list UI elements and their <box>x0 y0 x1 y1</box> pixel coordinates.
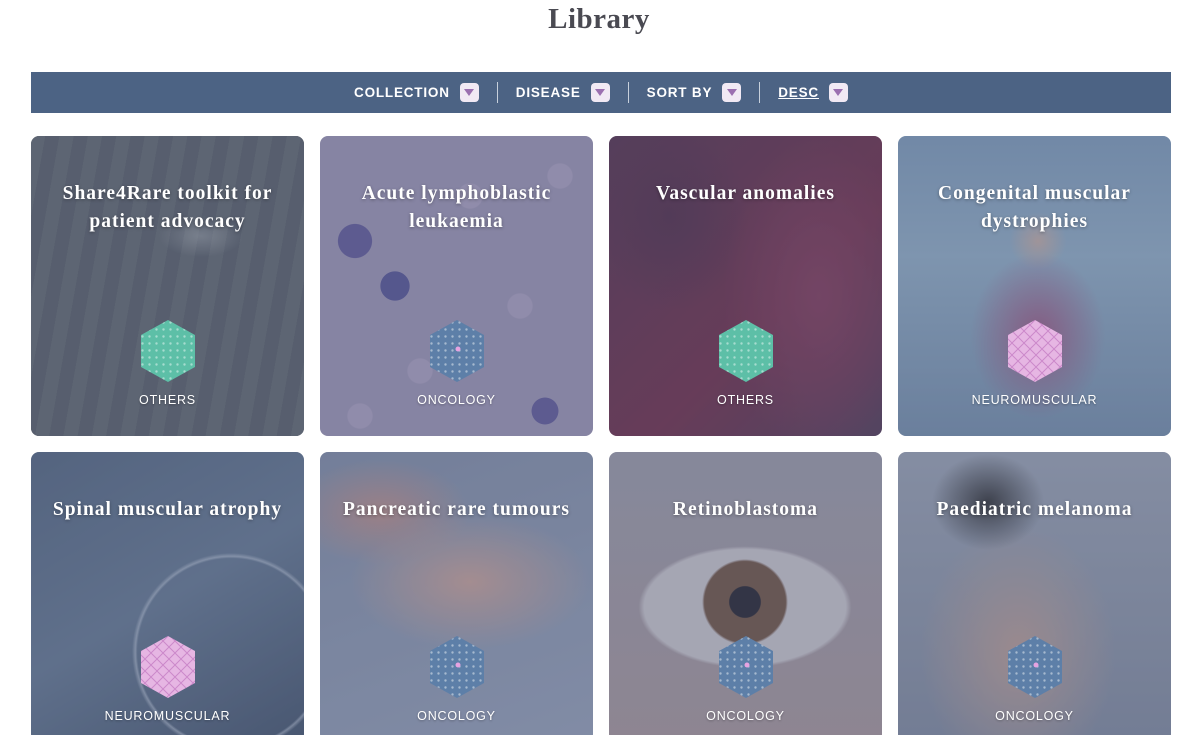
card-category: ONCOLOGY <box>417 393 496 407</box>
collection-filter[interactable]: COLLECTION <box>336 82 497 103</box>
card-category: ONCOLOGY <box>417 709 496 723</box>
neuromuscular-hexagon-icon <box>141 636 195 698</box>
library-card[interactable]: Acute lymphoblastic leukaemia ONCOLOGY <box>320 136 593 436</box>
library-card[interactable]: Vascular anomalies OTHERS <box>609 136 882 436</box>
library-card[interactable]: Spinal muscular atrophy NEUROMUSCULAR <box>31 452 304 735</box>
others-hexagon-icon <box>141 320 195 382</box>
library-card[interactable]: Paediatric melanoma ONCOLOGY <box>898 452 1171 735</box>
library-card[interactable]: Retinoblastoma ONCOLOGY <box>609 452 882 735</box>
chevron-down-icon[interactable] <box>459 83 479 102</box>
filter-bar: COLLECTION DISEASE SORT BY DESC <box>31 72 1171 113</box>
collection-filter-label: COLLECTION <box>354 85 450 100</box>
oncology-hexagon-icon <box>430 636 484 698</box>
sort-by-filter-label: SORT BY <box>646 85 713 100</box>
chevron-down-icon[interactable] <box>590 83 610 102</box>
card-category: NEUROMUSCULAR <box>104 709 231 723</box>
order-filter[interactable]: DESC <box>759 82 866 103</box>
card-category: OTHERS <box>717 393 774 407</box>
card-title: Paediatric melanoma <box>936 499 1133 520</box>
card-title: Acute lymphoblastic leukaemia <box>361 183 552 232</box>
card-title: Spinal muscular atrophy <box>52 499 283 520</box>
disease-filter[interactable]: DISEASE <box>496 82 628 103</box>
card-title: Pancreatic rare tumours <box>343 499 570 520</box>
card-title: Retinoblastoma <box>672 499 819 520</box>
card-title: Vascular anomalies <box>656 183 835 204</box>
card-category: ONCOLOGY <box>706 709 785 723</box>
disease-filter-label: DISEASE <box>515 85 581 100</box>
chevron-down-icon[interactable] <box>722 83 742 102</box>
card-title: Share4Rare toolkit for patient advocacy <box>62 183 273 232</box>
order-filter-label: DESC <box>778 85 819 100</box>
others-hexagon-icon <box>719 320 773 382</box>
chevron-down-icon[interactable] <box>828 83 848 102</box>
sort-by-filter[interactable]: SORT BY <box>627 82 760 103</box>
card-title: Congenital muscular dystrophies <box>938 183 1131 232</box>
oncology-hexagon-icon <box>430 320 484 382</box>
library-card[interactable]: Share4Rare toolkit for patient advocacy … <box>31 136 304 436</box>
library-card[interactable]: Pancreatic rare tumours ONCOLOGY <box>320 452 593 735</box>
page-title: Library <box>548 3 650 35</box>
card-category: OTHERS <box>139 393 196 407</box>
neuromuscular-hexagon-icon <box>1008 320 1062 382</box>
card-category: NEUROMUSCULAR <box>971 393 1098 407</box>
oncology-hexagon-icon <box>1008 636 1062 698</box>
card-category: ONCOLOGY <box>995 709 1074 723</box>
oncology-hexagon-icon <box>719 636 773 698</box>
library-card[interactable]: Congenital muscular dystrophies NEUROMUS… <box>898 136 1171 436</box>
